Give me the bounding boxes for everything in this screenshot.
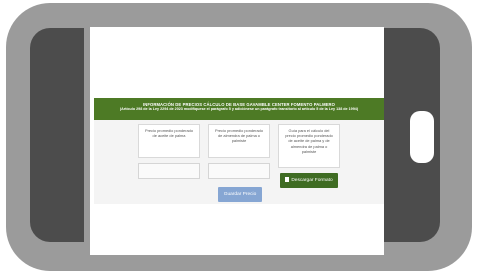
card-palm-kernel-price: Precio promedio ponderado de almendra de… — [208, 124, 270, 158]
phone-screen: INFORMACIÓN DE PRECIOS CÁLCULO DE BASE G… — [90, 27, 384, 255]
home-button — [410, 111, 434, 163]
file-icon — [285, 176, 290, 182]
palm-oil-price-input[interactable] — [138, 163, 200, 179]
phone-left-bezel — [30, 28, 84, 242]
card-label: Precio promedio ponderado de aceite de p… — [144, 128, 193, 139]
save-label: Guardar Precio — [223, 192, 257, 197]
card-label: Guía para el cálculo del precio promedio… — [285, 128, 333, 154]
card-label: Precio promedio ponderado de almendra de… — [214, 128, 263, 144]
info-banner: INFORMACIÓN DE PRECIOS CÁLCULO DE BASE G… — [94, 98, 384, 120]
download-format-button[interactable]: Descargar Formato — [280, 173, 338, 188]
save-price-button[interactable]: Guardar Precio — [218, 187, 262, 202]
download-label: Descargar Formato — [291, 178, 333, 183]
banner-subtitle: (Artículo 298 de la Ley 2294 de 2023 mod… — [119, 107, 359, 111]
card-palm-oil-price: Precio promedio ponderado de aceite de p… — [138, 124, 200, 158]
banner-title: INFORMACIÓN DE PRECIOS CÁLCULO DE BASE G… — [142, 102, 336, 107]
card-calculation-guide: Guía para el cálculo del precio promedio… — [278, 124, 340, 168]
palm-kernel-price-input[interactable] — [208, 163, 270, 179]
